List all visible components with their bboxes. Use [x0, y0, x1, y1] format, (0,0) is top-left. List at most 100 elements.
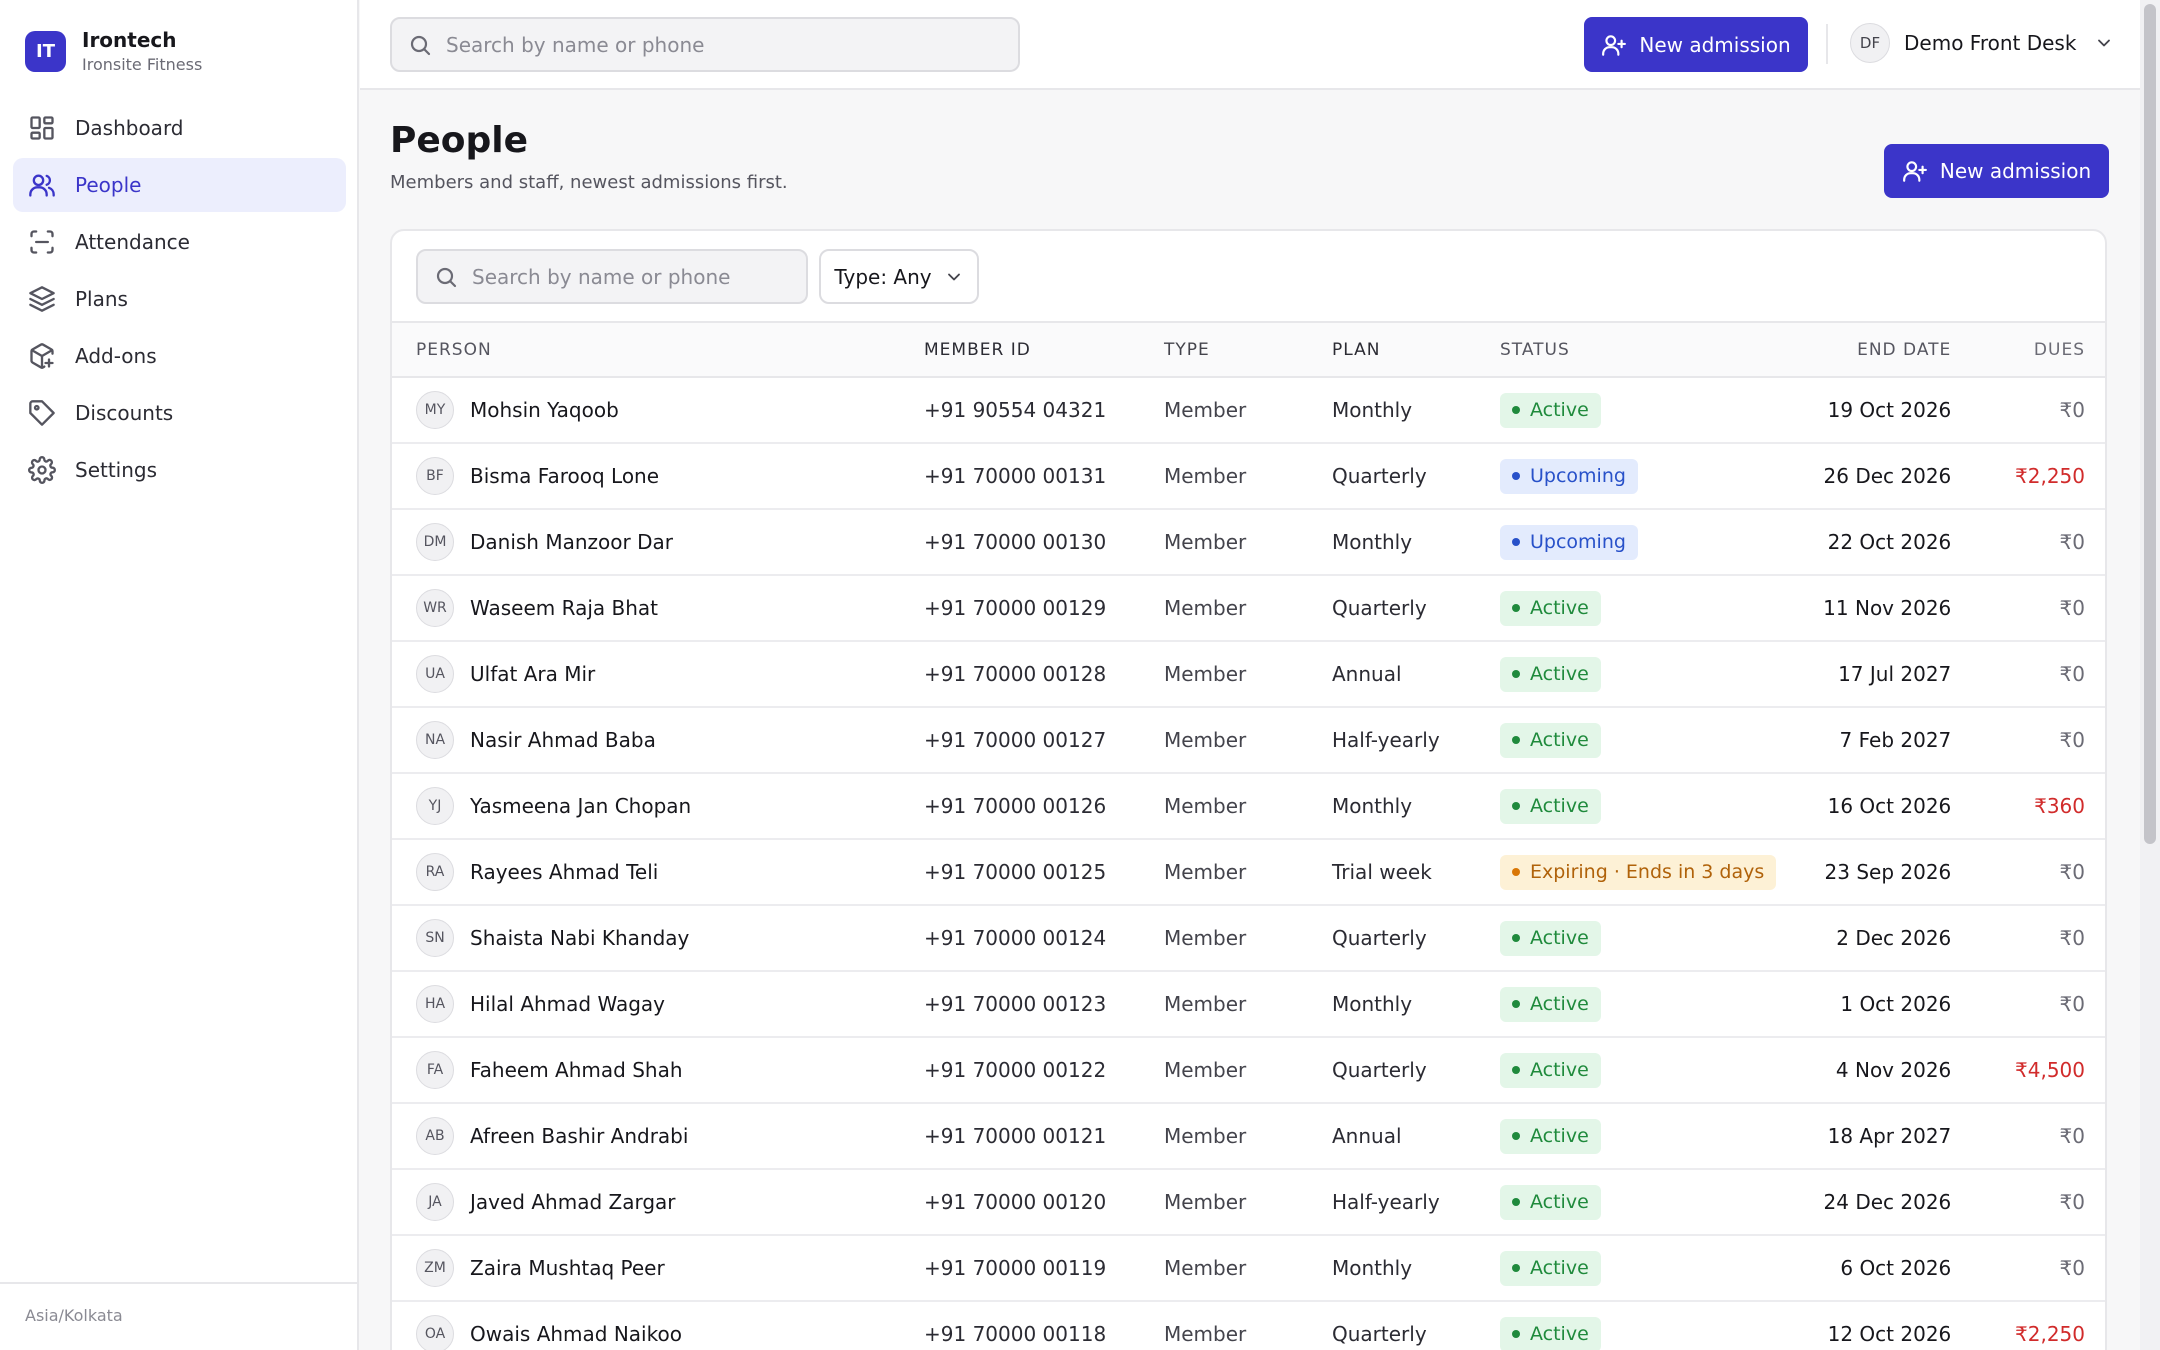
people-search-input[interactable]	[472, 264, 789, 289]
table-row[interactable]: RA Rayees Ahmad Teli +91 70000 00125 Member…	[392, 839, 2105, 905]
table-row[interactable]: NA Nasir Ahmad Baba +91 70000 00127 Member H…	[392, 707, 2105, 773]
column-header-person[interactable]: Person	[392, 322, 924, 377]
people-search[interactable]	[416, 249, 808, 304]
sidebar-item-dashboard[interactable]: Dashboard	[13, 101, 346, 155]
user-menu[interactable]: DF Demo Front Desk	[1850, 23, 2114, 63]
column-header-plan[interactable]: Plan	[1332, 322, 1500, 377]
person: OA Owais Ahmad Naikoo	[416, 1315, 924, 1350]
table-row[interactable]: WR Waseem Raja Bhat +91 70000 00129 Member Q…	[392, 575, 2105, 641]
plan-cell: Monthly	[1332, 530, 1413, 554]
person-name[interactable]: Waseem Raja Bhat	[470, 596, 658, 620]
type-cell: Member	[1164, 1058, 1247, 1082]
sidebar-item-add-ons[interactable]: Add-ons	[13, 329, 346, 383]
avatar: NA	[416, 721, 454, 759]
brand[interactable]: IT Irontech Ironsite Fitness	[25, 27, 202, 76]
person: WR Waseem Raja Bhat	[416, 589, 924, 627]
topbar-new-admission-button[interactable]: New admission	[1584, 17, 1808, 72]
end-date-cell: 11 Nov 2026	[1823, 596, 1952, 620]
member-id-cell: +91 70000 00126	[924, 794, 1107, 818]
new-admission-button[interactable]: New admission	[1884, 144, 2109, 198]
status-label: Active	[1530, 729, 1589, 751]
person: AB Afreen Bashir Andrabi	[416, 1117, 924, 1155]
sidebar-item-people[interactable]: People	[13, 158, 346, 212]
person-name[interactable]: Bisma Farooq Lone	[470, 464, 659, 488]
person-name[interactable]: Owais Ahmad Naikoo	[470, 1322, 682, 1346]
table-row[interactable]: BF Bisma Farooq Lone +91 70000 00131 Member…	[392, 443, 2105, 509]
table-row[interactable]: SN Shaista Nabi Khanday +91 70000 00124 Mem…	[392, 905, 2105, 971]
person-name[interactable]: Shaista Nabi Khanday	[470, 926, 689, 950]
status-label: Active	[1530, 1323, 1589, 1345]
column-header-status[interactable]: Status	[1500, 322, 1776, 377]
person-name[interactable]: Zaira Mushtaq Peer	[470, 1256, 665, 1280]
table-row[interactable]: HA Hilal Ahmad Wagay +91 70000 00123 Member…	[392, 971, 2105, 1037]
end-date-cell: 16 Oct 2026	[1827, 794, 1952, 818]
scrollbar-thumb[interactable]	[2144, 4, 2156, 844]
topbar: New admission DF Demo Front Desk	[360, 0, 2140, 90]
table-row[interactable]: MY Mohsin Yaqoob +91 90554 04321 Member Mont…	[392, 377, 2105, 443]
sidebar-item-plans[interactable]: Plans	[13, 272, 346, 326]
type-cell: Member	[1164, 860, 1247, 884]
person: SN Shaista Nabi Khanday	[416, 919, 924, 957]
type-cell: Member	[1164, 1322, 1247, 1346]
end-date-cell: 18 Apr 2027	[1827, 1124, 1952, 1148]
sidebar-item-label: Attendance	[75, 230, 190, 254]
type-cell: Member	[1164, 464, 1247, 488]
sidebar-item-settings[interactable]: Settings	[13, 443, 346, 497]
status-badge: Upcoming	[1500, 524, 1638, 560]
person-name[interactable]: Rayees Ahmad Teli	[470, 860, 658, 884]
table-row[interactable]: ZM Zaira Mushtaq Peer +91 70000 00119 Membe…	[392, 1235, 2105, 1301]
user-name: Demo Front Desk	[1904, 31, 2077, 55]
table-row[interactable]: FA Faheem Ahmad Shah +91 70000 00122 Member…	[392, 1037, 2105, 1103]
new-admission-label: New admission	[1639, 32, 1791, 57]
status-dot	[1512, 1198, 1520, 1206]
person: MY Mohsin Yaqoob	[416, 391, 924, 429]
person-name[interactable]: Faheem Ahmad Shah	[470, 1058, 683, 1082]
sidebar-item-discounts[interactable]: Discounts	[13, 386, 346, 440]
person-cell: JA Javed Ahmad Zargar	[392, 1169, 924, 1235]
person-name[interactable]: Javed Ahmad Zargar	[470, 1190, 676, 1214]
type-filter-select[interactable]: Type: Any	[819, 249, 979, 304]
column-header-type[interactable]: Type	[1164, 322, 1332, 377]
person-name[interactable]: Afreen Bashir Andrabi	[470, 1124, 688, 1148]
status-cell: Active	[1500, 971, 1776, 1037]
gear-icon	[27, 455, 57, 485]
column-header-dues[interactable]: Dues	[1951, 322, 2105, 377]
table-row[interactable]: UA Ulfat Ara Mir +91 70000 00128 Member Annu…	[392, 641, 2105, 707]
person: RA Rayees Ahmad Teli	[416, 853, 924, 891]
status-label: Active	[1530, 1191, 1589, 1213]
dues-cell: ₹0	[2059, 1256, 2085, 1280]
status-cell: Active	[1500, 905, 1776, 971]
person-name[interactable]: Hilal Ahmad Wagay	[470, 992, 665, 1016]
global-search-input[interactable]	[446, 32, 965, 57]
member-id-cell: +91 70000 00125	[924, 860, 1107, 884]
column-header-member-id[interactable]: Member ID	[924, 322, 1164, 377]
sidebar-item-attendance[interactable]: Attendance	[13, 215, 346, 269]
dues-cell: ₹0	[2059, 860, 2085, 884]
end-date-cell: 4 Nov 2026	[1835, 1058, 1952, 1082]
member-id-cell: +91 70000 00129	[924, 596, 1107, 620]
attendance-scan-icon	[27, 227, 57, 257]
search-icon	[410, 35, 431, 55]
person-cell: SN Shaista Nabi Khanday	[392, 905, 924, 971]
table-row[interactable]: OA Owais Ahmad Naikoo +91 70000 00118 Membe…	[392, 1301, 2105, 1350]
avatar: YJ	[416, 787, 454, 825]
person-cell: DM Danish Manzoor Dar	[392, 509, 924, 575]
table-row[interactable]: JA Javed Ahmad Zargar +91 70000 00120 Membe…	[392, 1169, 2105, 1235]
sidebar-item-label: Dashboard	[75, 116, 184, 140]
end-date-cell: 2 Dec 2026	[1836, 926, 1952, 950]
person-name[interactable]: Ulfat Ara Mir	[470, 662, 595, 686]
global-search[interactable]	[390, 17, 1020, 72]
person-name[interactable]: Nasir Ahmad Baba	[470, 728, 656, 752]
table-row[interactable]: AB Afreen Bashir Andrabi +91 70000 00121 Me…	[392, 1103, 2105, 1169]
status-cell: Active	[1500, 641, 1776, 707]
status-cell: Active	[1500, 1037, 1776, 1103]
column-header-end-date[interactable]: End date	[1776, 322, 1951, 377]
person-name[interactable]: Mohsin Yaqoob	[470, 398, 619, 422]
table-row[interactable]: YJ Yasmeena Jan Chopan +91 70000 00126 Memb…	[392, 773, 2105, 839]
person-name[interactable]: Danish Manzoor Dar	[470, 530, 673, 554]
page-scrollbar[interactable]	[2140, 0, 2160, 1350]
status-label: Active	[1530, 993, 1589, 1015]
table-row[interactable]: DM Danish Manzoor Dar +91 70000 00130 Membe…	[392, 509, 2105, 575]
person-name[interactable]: Yasmeena Jan Chopan	[470, 794, 691, 818]
person-cell: AB Afreen Bashir Andrabi	[392, 1103, 924, 1169]
